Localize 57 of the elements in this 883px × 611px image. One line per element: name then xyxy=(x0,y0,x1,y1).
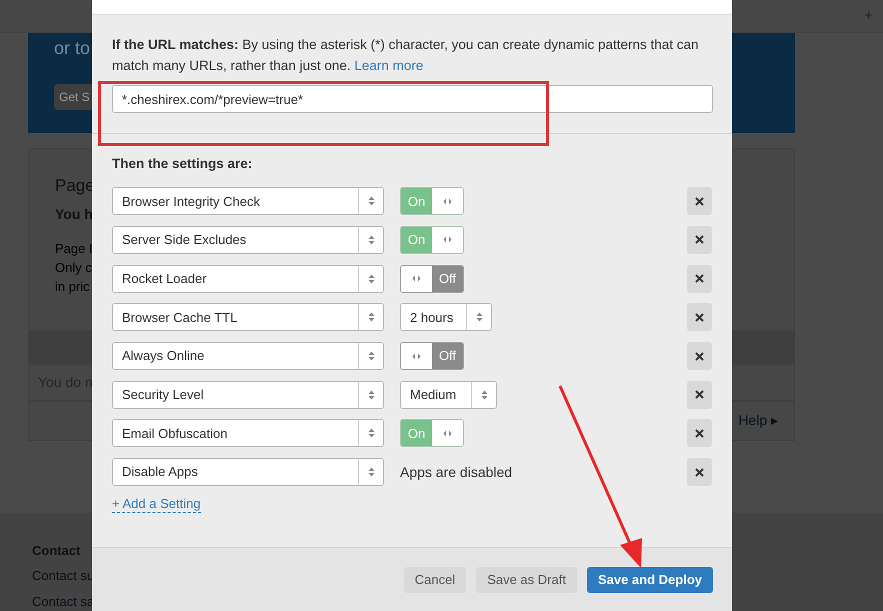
remove-button[interactable] xyxy=(687,458,712,486)
setting-select[interactable]: Always Online xyxy=(112,342,384,370)
up-down-arrow-icon xyxy=(368,196,374,206)
remove-button[interactable] xyxy=(687,303,712,332)
up-down-arrow-icon xyxy=(368,390,374,400)
footer-button[interactable]: Cancel xyxy=(404,566,466,592)
close-icon xyxy=(695,468,704,477)
up-down-arrow-icon xyxy=(368,351,374,361)
up-down-arrow-icon xyxy=(368,312,374,322)
close-icon xyxy=(695,352,704,360)
toggle-switch[interactable]: Off xyxy=(400,264,464,293)
close-icon xyxy=(695,235,704,244)
close-icon xyxy=(695,196,704,206)
settings-heading: Then the settings are: xyxy=(112,155,254,173)
setting-select[interactable]: Disable Apps xyxy=(112,458,384,486)
up-down-arrow-icon xyxy=(480,390,488,400)
up-down-arrow-icon xyxy=(368,274,374,284)
card-text: Page I xyxy=(55,240,93,258)
up-down-arrow-icon xyxy=(368,428,374,438)
setting-select[interactable]: Security Level xyxy=(112,380,384,409)
get-started-button[interactable]: Get S xyxy=(54,84,92,110)
save-and-deploy-button[interactable]: Save and Deploy xyxy=(586,566,713,592)
up-down-arrow-icon xyxy=(368,234,374,245)
close-icon xyxy=(695,312,704,322)
remove-button[interactable] xyxy=(687,380,712,409)
up-down-arrow-icon xyxy=(368,467,374,478)
remove-button[interactable] xyxy=(687,187,712,216)
add-setting-link[interactable]: + Add a Setting xyxy=(112,496,201,514)
learn-more-link[interactable]: Learn more xyxy=(354,58,424,73)
remove-button[interactable] xyxy=(687,342,712,370)
url-input-field[interactable]: *.cheshirex.com/*preview=true* xyxy=(112,85,713,113)
setting-select[interactable]: Rocket Loader xyxy=(112,264,384,293)
remove-button[interactable] xyxy=(687,264,712,293)
setting-value-text: Apps are disabled xyxy=(400,462,512,482)
close-icon xyxy=(695,274,704,284)
banner-text: or to xyxy=(54,36,90,60)
close-icon xyxy=(695,390,704,400)
double-arrow-icon xyxy=(443,198,452,205)
double-arrow-icon xyxy=(412,275,421,282)
url-description: If the URL matches: By using the asterisk (*) character, you can create dynamic patterns that can match many URLs, rather than just one. Learn more xyxy=(112,36,700,75)
setting-select[interactable]: Browser Cache TTL xyxy=(112,303,384,332)
double-arrow-icon xyxy=(443,236,452,244)
setting-select[interactable]: Email Obfuscation xyxy=(112,419,384,448)
value-select[interactable]: 2 hours xyxy=(400,303,492,332)
double-arrow-icon xyxy=(443,430,452,437)
double-arrow-icon xyxy=(412,352,421,360)
up-down-arrow-icon xyxy=(476,312,482,322)
setting-select[interactable]: Browser Integrity Check xyxy=(112,187,384,216)
remove-button[interactable] xyxy=(687,419,712,448)
footer-button[interactable]: Save as Draft xyxy=(476,566,577,592)
close-icon xyxy=(695,428,704,438)
remove-button[interactable] xyxy=(687,226,712,254)
value-select[interactable]: Medium xyxy=(400,380,497,409)
card-text: in pric xyxy=(55,278,90,296)
setting-select[interactable]: Server Side Excludes xyxy=(112,226,384,254)
toggle-switch[interactable]: Off xyxy=(400,342,464,370)
card-text: Only c xyxy=(55,259,92,277)
